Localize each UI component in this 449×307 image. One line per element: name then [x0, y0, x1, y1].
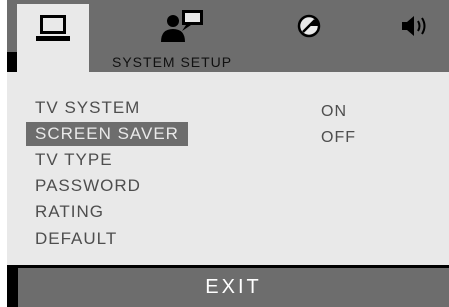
tab-language-setup[interactable] — [147, 0, 217, 52]
monitor-icon — [36, 14, 70, 42]
exit-button[interactable]: EXIT — [18, 268, 449, 307]
circle-slash-icon — [297, 14, 321, 38]
tab-video-setup[interactable] — [279, 0, 339, 52]
menu-item-default[interactable]: DEFAULT — [35, 227, 117, 251]
page-title: SYSTEM SETUP — [112, 54, 233, 70]
menu-item-tv-system[interactable]: TV SYSTEM — [35, 96, 140, 120]
menu-item-tv-type[interactable]: TV TYPE — [35, 148, 113, 172]
tab-audio-setup[interactable] — [385, 0, 445, 52]
settings-panel: TV SYSTEM SCREEN SAVER TV TYPE PASSWORD … — [7, 72, 449, 265]
option-off[interactable]: OFF — [321, 126, 356, 150]
menu-item-screen-saver[interactable]: SCREEN SAVER — [26, 122, 188, 146]
tab-bar — [7, 0, 449, 76]
speaker-icon — [401, 15, 429, 37]
menu-item-password[interactable]: PASSWORD — [35, 174, 141, 198]
tab-system-setup[interactable] — [17, 4, 89, 76]
option-on[interactable]: ON — [321, 100, 347, 124]
setup-menu-frame: SYSTEM SETUP TV SYSTEM SCREEN SAVER TV T… — [7, 0, 449, 307]
user-chat-icon — [160, 9, 204, 43]
menu-item-rating[interactable]: RATING — [35, 200, 104, 224]
